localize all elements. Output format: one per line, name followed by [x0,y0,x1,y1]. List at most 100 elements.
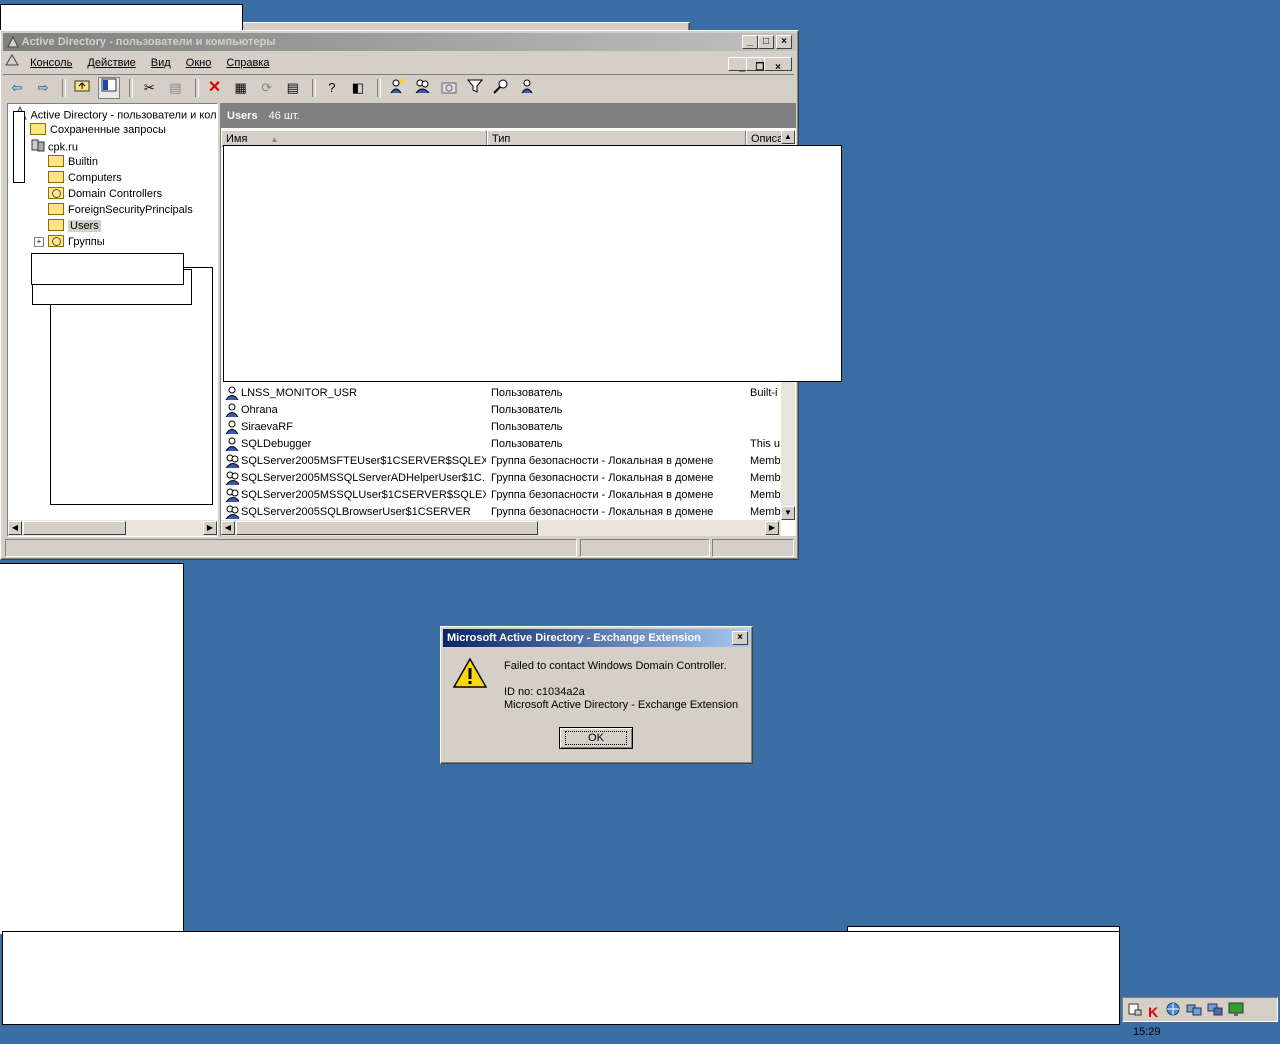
monitor-icon[interactable] [1207,1001,1223,1017]
sort-ascending-icon: ▲ [270,135,279,144]
main-window-titlebar[interactable]: Active Directory - пользователи и компью… [3,33,796,51]
tree-item-builtin[interactable]: Builtin [48,154,98,170]
description-bar-icon[interactable]: ◧ [348,78,368,98]
tree-horizontal-scrollbar[interactable]: ◀ ▶ [8,520,217,536]
toolbar-separator [311,79,316,97]
menu-console[interactable]: Консоль [24,53,78,73]
scroll-thumb[interactable] [23,521,126,535]
menu-help[interactable]: Справка [220,53,275,73]
scroll-right-button[interactable]: ▶ [765,521,779,535]
toolbar-separator [194,79,199,97]
open-folder-icon [48,219,64,232]
maximize-button[interactable]: □ [758,35,774,49]
list-item[interactable]: LNSS_MONITOR_USR Пользователь Built-i [223,385,783,402]
delete-icon[interactable]: ✕ [205,78,225,98]
domain-icon [30,138,48,157]
blank-overlay-tree-small [31,253,184,285]
dialog-source-line: Microsoft Active Directory - Exchange Ex… [504,699,739,711]
scroll-up-button[interactable]: ▲ [781,130,795,144]
close-button[interactable]: × [776,35,792,49]
refresh-icon[interactable]: ⟳ [257,78,277,98]
status-pane-2 [580,539,710,557]
cut-icon[interactable]: ✂ [139,78,159,98]
console-menu-icon [3,53,21,73]
toolbar-separator [129,79,134,97]
show-hide-tree-icon[interactable] [98,77,121,99]
new-ou-icon[interactable] [439,78,459,98]
display-icon[interactable] [1228,1001,1244,1017]
ou-icon [48,187,64,200]
add-to-group-icon[interactable] [517,78,537,98]
menu-action[interactable]: Действие [81,53,141,73]
user-icon [225,437,239,452]
list-pane-count: 46 шт. [268,110,300,122]
expand-plus-icon[interactable]: + [34,237,44,248]
tree-item-domain[interactable]: cpk.ru [30,138,78,154]
tree-vertical-scroll-stub [13,111,25,183]
tree-item-saved-queries[interactable]: Сохраненные запросы [30,122,166,138]
user-icon [225,420,239,435]
list-item[interactable]: SQLServer2005MSFTEUser$1CSERVER$SQLEXP..… [223,453,783,470]
user-icon [225,403,239,418]
find-icon[interactable] [491,78,511,98]
new-group-icon[interactable] [413,78,433,98]
list-rows: LNSS_MONITOR_USR Пользователь Built-i Oh… [223,385,783,521]
scroll-left-button[interactable]: ◀ [221,521,235,535]
list-item[interactable]: SiraevaRF Пользователь [223,419,783,436]
error-dialog: Microsoft Active Directory - Exchange Ex… [440,626,753,764]
scroll-left-button[interactable]: ◀ [8,521,22,535]
tree-item-users[interactable]: Users [48,218,101,234]
tree-item-foreign-security-principals[interactable]: ForeignSecurityPrincipals [48,202,193,218]
folder-icon [30,123,46,136]
child-close-button[interactable]: × [764,57,792,73]
menu-view[interactable]: Вид [145,53,177,73]
up-folder-icon[interactable] [72,78,92,98]
status-bar [5,539,794,557]
status-pane-3 [712,539,794,557]
minimize-button[interactable]: _ [742,35,758,49]
blank-overlay-list [223,145,842,382]
blank-overlay-left-column [0,563,184,934]
list-item[interactable]: SQLServer2005MSSQLServerADHelperUser$1C.… [223,470,783,487]
paste-icon[interactable]: ▤ [165,78,185,98]
list-item[interactable]: SQLServer2005SQLBrowserUser$1CSERVER Гру… [223,504,783,521]
dialog-title: Microsoft Active Directory - Exchange Ex… [447,632,701,644]
network-icon[interactable] [1127,1001,1143,1017]
ok-button[interactable]: OK [559,727,633,749]
dialog-titlebar[interactable]: Microsoft Active Directory - Exchange Ex… [443,629,750,647]
list-item[interactable]: SQLServer2005MSSQLUser$1CSERVER$SQLEX...… [223,487,783,504]
back-arrow-icon[interactable]: ⇦ [7,78,27,98]
menu-window[interactable]: Окно [180,53,218,73]
user-icon [225,386,239,401]
main-window-title: Active Directory - пользователи и компью… [21,36,276,48]
export-list-icon[interactable]: ▤ [283,78,303,98]
new-user-icon[interactable] [387,78,407,98]
forward-arrow-icon[interactable]: ⇨ [33,78,53,98]
status-pane-1 [5,539,577,557]
scroll-down-button[interactable]: ▼ [781,506,795,520]
help-icon[interactable]: ? [322,78,342,98]
system-tray: K 15:29 [1122,997,1278,1038]
scroll-thumb[interactable] [236,521,538,535]
scroll-right-button[interactable]: ▶ [203,521,217,535]
lan-icon[interactable] [1186,1001,1202,1017]
filter-icon[interactable] [465,78,485,98]
folder-icon [48,155,64,168]
antivirus-icon[interactable]: K [1148,1001,1160,1020]
list-item[interactable]: Ohrana Пользователь [223,402,783,419]
properties-icon[interactable]: ▦ [231,78,251,98]
ou-icon [48,235,64,248]
toolbar-separator [62,79,67,97]
tree-item-computers[interactable]: Computers [48,170,122,186]
group-icon [225,471,239,486]
list-horizontal-scrollbar[interactable]: ◀ ▶ [221,520,781,536]
clock[interactable]: 15:29 [1133,1026,1161,1038]
list-item[interactable]: SQLDebugger Пользователь This u [223,436,783,453]
tree-root[interactable]: Active Directory - пользователи и кол [12,105,217,122]
tree-item-groups[interactable]: + Группы [34,234,105,250]
tree-item-domain-controllers[interactable]: Domain Controllers [48,186,162,202]
dialog-close-button[interactable]: × [732,631,748,645]
lan-icon[interactable] [1165,1001,1181,1017]
dialog-id-line: ID no: c1034a2a [504,686,585,698]
folder-icon [48,171,64,184]
